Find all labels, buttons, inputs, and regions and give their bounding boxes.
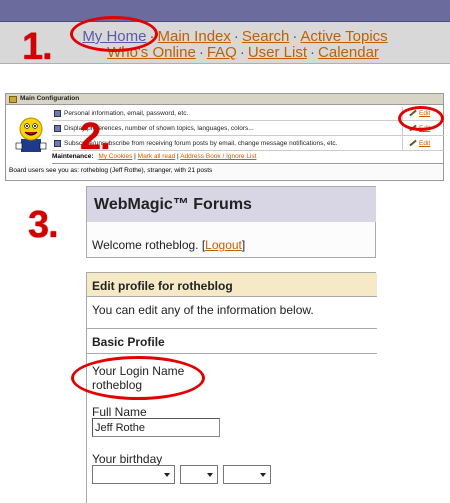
mail-icon (54, 139, 61, 147)
birthday-label: Your birthday (92, 452, 163, 466)
edit-profile-title: Edit profile for rotheblog (92, 279, 233, 293)
config-header: Main Configuration (6, 94, 443, 105)
edit-profile-header: Edit profile for rotheblog (87, 273, 377, 297)
nav-separator: · (292, 28, 298, 45)
welcome-prefix: Welcome rotheblog. [ (92, 238, 206, 252)
nav-link-search[interactable]: Search (242, 28, 290, 45)
welcome-text: Welcome rotheblog. [Logout] (92, 238, 245, 252)
forum-header: WebMagic™ Forums (86, 186, 376, 223)
nav-link-active-topics[interactable]: Active Topics (300, 28, 387, 45)
config-title: Main Configuration (20, 95, 80, 102)
edit-subscriptions-link[interactable]: Edit (419, 140, 430, 147)
folder-icon (9, 96, 17, 103)
nav-link-user-list[interactable]: User List (248, 44, 307, 61)
nav-separator: · (233, 28, 239, 45)
birthday-year-select[interactable] (223, 465, 271, 484)
nav-separator: · (239, 44, 245, 61)
basic-profile-section: Basic Profile (87, 328, 377, 354)
maintenance-separator: | (134, 153, 136, 160)
chevron-down-icon (164, 473, 170, 477)
maintenance-separator: | (177, 153, 179, 160)
edit-cell: Edit (402, 137, 444, 151)
birthday-month-select[interactable] (92, 465, 175, 484)
user-avatar (12, 112, 50, 154)
full-name-input[interactable] (92, 418, 220, 437)
nav-link-calendar[interactable]: Calendar (318, 44, 379, 61)
full-name-label: Full Name (92, 405, 147, 419)
step-1-label: 1. (22, 26, 53, 68)
forum-top-banner (0, 0, 450, 22)
display-icon (54, 124, 61, 132)
pencil-icon (409, 139, 417, 147)
maintenance-row: Maintenance: My Cookies | Mark all read … (52, 151, 444, 164)
nav-separator: · (198, 44, 204, 61)
nav-link-main-index[interactable]: Main Index (158, 28, 231, 45)
config-row-subscriptions: Subscribe/unsubscribe from receiving for… (52, 137, 442, 151)
config-row-personal-info: Personal information, email, password, e… (52, 107, 442, 121)
nav-link-faq[interactable]: FAQ (207, 44, 237, 61)
board-visibility-note: Board users see you as: rotheblog (Jeff … (6, 165, 443, 179)
highlight-edit (398, 106, 444, 131)
nav-row-secondary: Who's Online · FAQ · User List · Calendar (18, 45, 450, 61)
chevron-down-icon (207, 473, 213, 477)
person-icon (54, 109, 61, 117)
logout-link[interactable]: Logout (205, 238, 242, 252)
step-3-label: 3. (28, 204, 59, 246)
main-configuration-panel: Main Configuration Personal information,… (5, 93, 444, 181)
forum-title: WebMagic™ Forums (94, 196, 252, 213)
address-book-link[interactable]: Address Book / Ignore List (180, 153, 256, 160)
nav-separator: · (310, 44, 316, 61)
highlight-login-name (71, 356, 205, 400)
forum-nav-panel: My Home · Main Index · Search · Active Topics … (0, 0, 450, 66)
step-2-label: 2. (80, 116, 111, 158)
config-row-display-prefs: Display preferences, number of shown top… (52, 122, 442, 136)
edit-profile-intro: You can edit any of the information belo… (92, 303, 314, 317)
highlight-my-home (70, 16, 158, 52)
mark-all-read-link[interactable]: Mark all read (138, 153, 176, 160)
birthday-day-select[interactable] (180, 465, 218, 484)
welcome-suffix: ] (241, 238, 246, 252)
welcome-box: Welcome rotheblog. [Logout] (86, 222, 376, 258)
chevron-down-icon (260, 473, 266, 477)
basic-profile-title: Basic Profile (92, 335, 165, 349)
